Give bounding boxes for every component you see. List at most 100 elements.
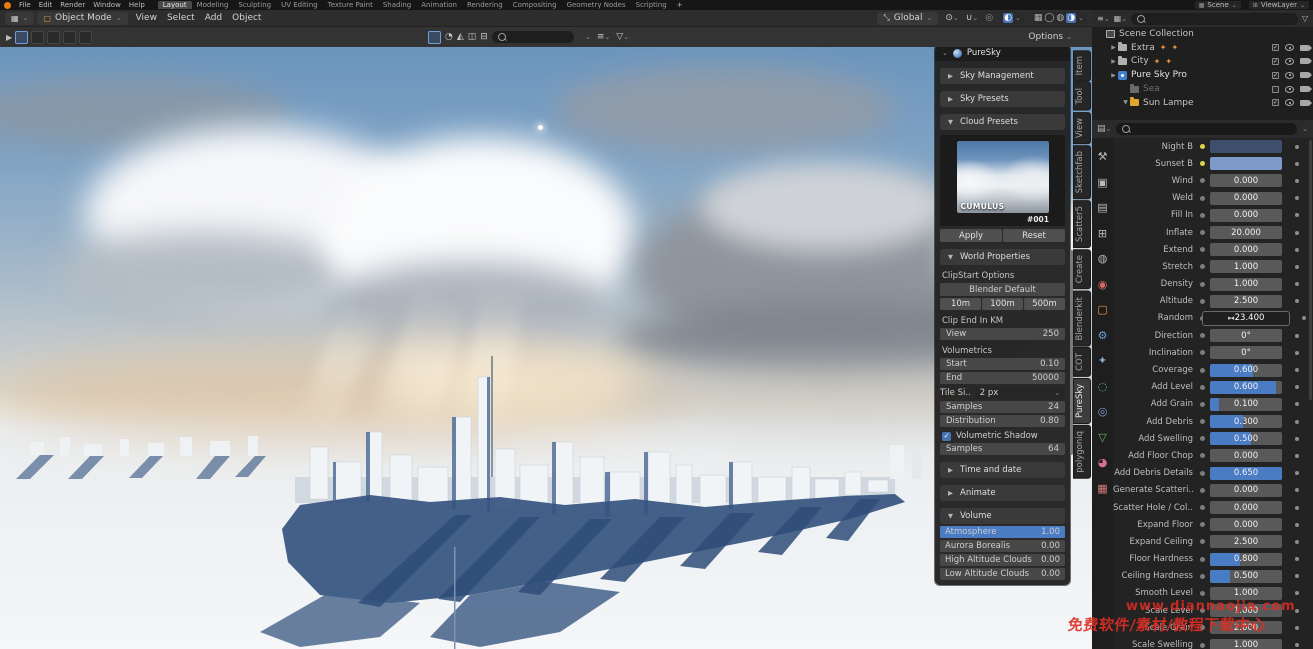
arrow-down-icon[interactable]: ▼ (1121, 99, 1130, 106)
sidebar-tab-puresky[interactable]: PureSky (1073, 378, 1091, 424)
arrow-right-icon[interactable]: ▶ (1109, 72, 1118, 79)
volumetric-field-start[interactable]: Start0.10 (940, 358, 1065, 370)
properties-tab-material-icon[interactable]: ◕ (1092, 450, 1113, 476)
clip-end-view-field[interactable]: View 250 (940, 328, 1065, 340)
show-gizmo-icon[interactable] (428, 31, 441, 44)
animate-dot[interactable] (1295, 299, 1299, 303)
hide-eye-icon[interactable] (1285, 86, 1294, 93)
animate-dot[interactable] (1295, 574, 1299, 578)
select-mode-4[interactable] (79, 31, 92, 44)
sidebar-tab-polygoniq[interactable]: polygoniq (1073, 425, 1091, 479)
view-list-icon[interactable]: ≡⌄ (597, 32, 610, 42)
blender-logo-icon[interactable] (4, 2, 11, 9)
right-arrow-icon[interactable]: ▸ (1228, 314, 1232, 322)
shading-solid-icon[interactable]: ◯ (1044, 13, 1054, 23)
filter-funnel-icon[interactable]: ▽⌄ (616, 32, 629, 42)
menu-render[interactable]: Render (56, 1, 89, 9)
outliner-search-field[interactable] (1131, 13, 1298, 25)
sidebar-tab-view[interactable]: View (1073, 112, 1091, 144)
property-field-altitude[interactable]: 2.500 (1210, 295, 1282, 308)
hide-eye-icon[interactable] (1285, 99, 1294, 106)
render-camera-icon[interactable] (1300, 45, 1309, 51)
outliner-row-sun-lampe[interactable]: ▼Sun Lampe✓ (1092, 96, 1313, 110)
animate-dot[interactable] (1295, 437, 1299, 441)
animate-dot[interactable] (1295, 231, 1299, 235)
hide-eye-icon[interactable] (1285, 72, 1294, 79)
animate-dot[interactable] (1295, 248, 1299, 252)
select-box-tool[interactable] (15, 31, 28, 44)
proportional-edit-icon[interactable]: ◎ (985, 13, 993, 23)
properties-tab-view-layer-icon[interactable]: ⊞ (1092, 221, 1113, 247)
property-field-add-debris-details[interactable]: 0.650 (1210, 467, 1282, 480)
orientation-selector[interactable]: ⤡ Global ⌄ (877, 12, 938, 25)
field-samples[interactable]: Samples24 (940, 401, 1065, 413)
shading-wireframe-icon[interactable]: ▦ (1034, 13, 1043, 23)
properties-tab-physics-icon[interactable]: ◌ (1092, 374, 1113, 400)
property-field-direction[interactable]: 0° (1210, 329, 1282, 342)
animate-dot[interactable] (1295, 334, 1299, 338)
decorator-dot[interactable] (1200, 539, 1205, 544)
decorator-dot[interactable] (1200, 471, 1205, 476)
tool-cursor-icon[interactable]: ▶ (6, 33, 12, 42)
checkbox-checked-icon[interactable]: ✓ (942, 432, 951, 441)
decorator-dot[interactable] (1200, 385, 1205, 390)
shading-material-icon[interactable]: ◍ (1056, 13, 1064, 23)
render-camera-icon[interactable] (1300, 100, 1309, 106)
shadow-samples-field[interactable]: Samples 64 (940, 443, 1065, 455)
overlay-icon-4[interactable]: ⊟ (480, 32, 488, 42)
viewport-menu-add[interactable]: Add (200, 13, 227, 23)
outliner-row-pure-sky-pro[interactable]: ▶Pure Sky Pro✓ (1092, 68, 1313, 82)
section-volume[interactable]: ▼ Volume (940, 508, 1065, 524)
animate-dot[interactable] (1295, 162, 1299, 166)
volume-slider-low-altitude-clouds[interactable]: Low Altitude Clouds0.00 (940, 568, 1065, 580)
properties-tab-output-icon[interactable]: ▤ (1092, 195, 1113, 221)
menu-window[interactable]: Window (89, 1, 125, 9)
section-sky-presets[interactable]: ▶ Sky Presets (940, 91, 1065, 107)
property-field-wind[interactable]: 0.000 (1210, 174, 1282, 187)
overlay-icon-1[interactable]: ◔ (445, 32, 453, 42)
decorator-dot[interactable] (1200, 282, 1205, 287)
volumetric-field-end[interactable]: End50000 (940, 372, 1065, 384)
property-field-add-grain[interactable]: 0.100 (1210, 398, 1282, 411)
animate-dot[interactable] (1295, 213, 1299, 217)
sidebar-tab-blenderkit[interactable]: Blenderkit (1073, 291, 1091, 347)
snap-magnet-icon[interactable]: ∪⌄ (966, 13, 978, 23)
apply-button[interactable]: Apply (940, 229, 1002, 242)
decorator-dot[interactable] (1200, 264, 1205, 269)
preset-preview-image[interactable]: CUMULUS (957, 141, 1049, 213)
decorator-dot[interactable] (1200, 247, 1205, 252)
overlays-toggle-icon[interactable]: ◐ (1003, 13, 1013, 23)
animate-dot[interactable] (1295, 402, 1299, 406)
reset-button[interactable]: Reset (1003, 229, 1065, 242)
decorator-dot[interactable] (1200, 299, 1205, 304)
menu-file[interactable]: File (15, 1, 35, 9)
properties-editor-icon[interactable]: ▤⌄ (1097, 124, 1111, 134)
sidebar-tab-sketchfab[interactable]: Sketchfab (1073, 145, 1091, 199)
decorator-dot[interactable] (1200, 213, 1205, 218)
exclude-checkbox-icon[interactable]: ✓ (1272, 44, 1279, 51)
decorator-dot[interactable] (1200, 591, 1205, 596)
outliner-row-sea[interactable]: Sea (1092, 82, 1313, 96)
workspace-tab-layout[interactable]: Layout (158, 1, 192, 9)
volume-slider-atmosphere[interactable]: Atmosphere1.00 (940, 526, 1065, 538)
menu-edit[interactable]: Edit (35, 1, 57, 9)
animate-dot[interactable] (1295, 265, 1299, 269)
clip-button-500m[interactable]: 500m (1024, 298, 1065, 310)
hide-eye-icon[interactable] (1285, 44, 1294, 51)
options-dropdown[interactable]: Options ⌄ (1028, 32, 1072, 42)
outliner-row-extra[interactable]: ▶Extra✦✦✓ (1092, 41, 1313, 55)
animate-dot[interactable] (1302, 316, 1306, 320)
decorator-dot[interactable] (1200, 643, 1205, 648)
decorator-dot[interactable] (1200, 419, 1205, 424)
property-field-generate-scatteri[interactable]: 0.000 (1210, 484, 1282, 497)
exclude-checkbox-icon[interactable] (1272, 86, 1279, 93)
animate-dot[interactable] (1295, 368, 1299, 372)
property-field-add-level[interactable]: 0.600 (1210, 381, 1282, 394)
animate-dot[interactable] (1295, 196, 1299, 200)
add-workspace-button[interactable]: + (673, 1, 687, 9)
exclude-checkbox-icon[interactable]: ✓ (1272, 72, 1279, 79)
workspace-tab-animation[interactable]: Animation (416, 1, 462, 9)
sidebar-tab-create[interactable]: Create (1073, 249, 1091, 289)
decorator-dot[interactable] (1200, 178, 1205, 183)
property-field-expand-ceiling[interactable]: 2.500 (1210, 535, 1282, 548)
